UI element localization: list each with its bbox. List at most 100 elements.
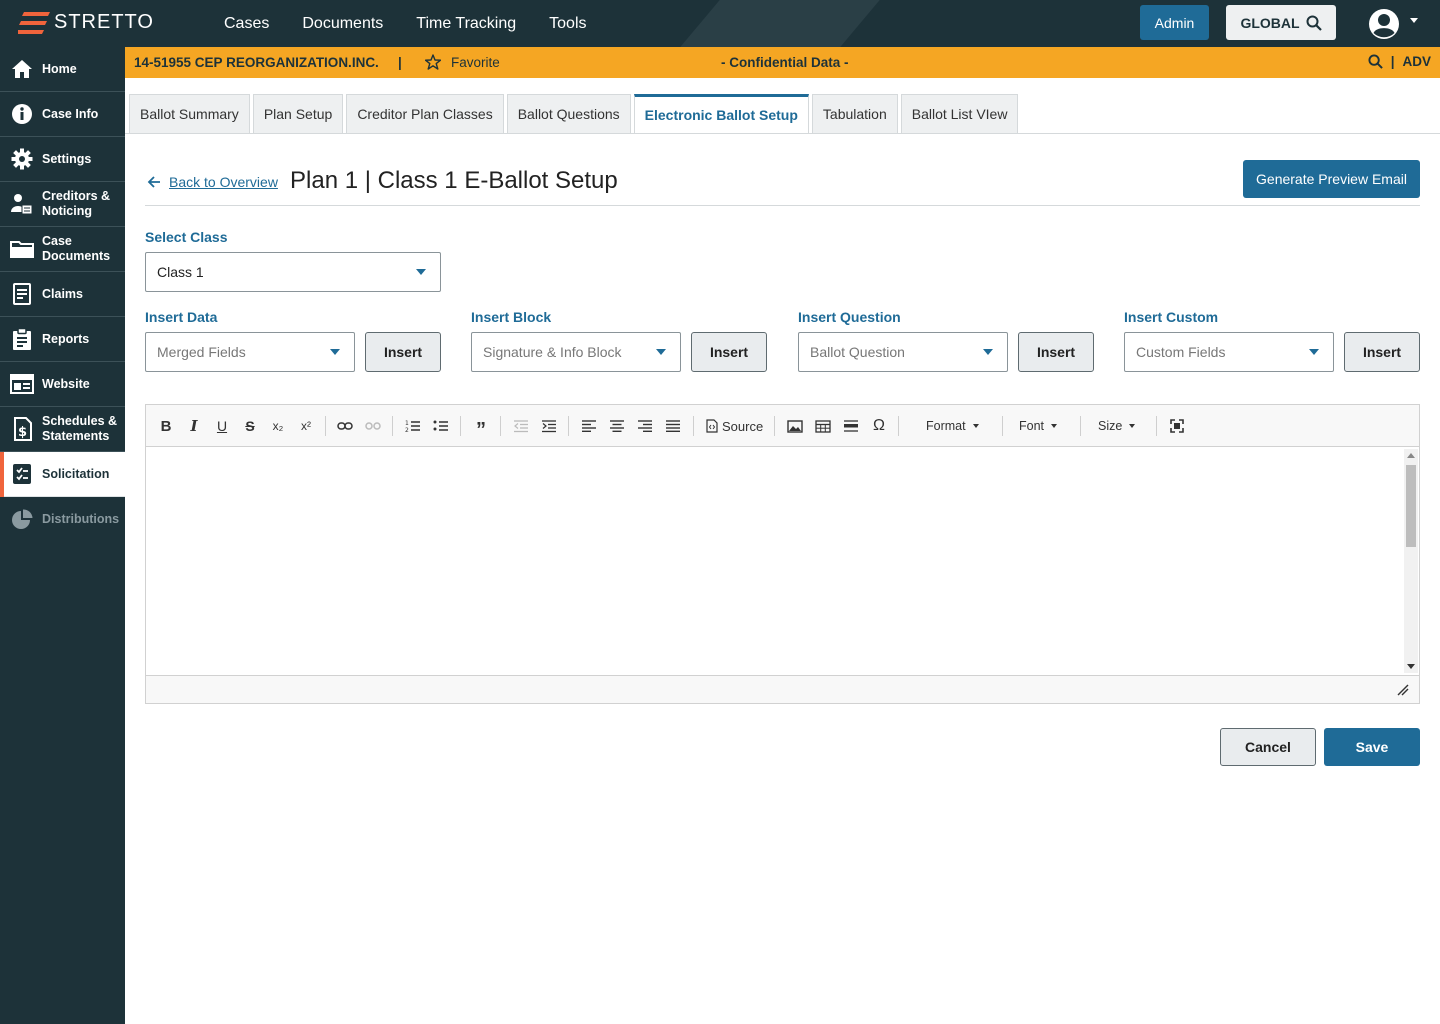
strikethrough-icon[interactable]: S — [240, 416, 260, 436]
sidebar-item-home[interactable]: Home — [0, 47, 125, 92]
sidebar-item-settings[interactable]: Settings — [0, 137, 125, 182]
sidebar-item-label: Settings — [42, 151, 92, 166]
align-center-icon[interactable] — [607, 416, 627, 436]
sidebar-item-case-documents[interactable]: Case Documents — [0, 227, 125, 272]
page-title: Plan 1 | Class 1 E-Ballot Setup — [290, 167, 618, 194]
align-right-icon[interactable] — [635, 416, 655, 436]
editor-scrollbar[interactable] — [1404, 449, 1418, 673]
resize-handle-icon[interactable] — [1397, 684, 1409, 696]
admin-button[interactable]: Admin — [1140, 5, 1209, 40]
source-icon — [706, 419, 718, 433]
nav-time-tracking[interactable]: Time Tracking — [416, 15, 516, 33]
scroll-up-icon[interactable] — [1407, 453, 1415, 458]
tab-creditor-plan-classes[interactable]: Creditor Plan Classes — [346, 94, 504, 133]
generate-preview-email-button[interactable]: Generate Preview Email — [1243, 160, 1420, 198]
source-button[interactable]: Source — [706, 416, 763, 436]
chevron-down-icon — [1309, 349, 1319, 355]
global-search-button[interactable]: GLOBAL — [1226, 5, 1336, 40]
image-icon[interactable] — [785, 416, 805, 436]
tab-electronic-ballot-setup[interactable]: Electronic Ballot Setup — [633, 94, 809, 133]
tab-ballot-summary[interactable]: Ballot Summary — [129, 94, 250, 133]
sidebar-item-solicitation[interactable]: Solicitation — [0, 452, 125, 497]
insert-block-button[interactable]: Insert — [691, 332, 767, 372]
font-dropdown[interactable]: Font — [1019, 416, 1058, 436]
table-icon[interactable] — [813, 416, 833, 436]
editor-footer — [146, 675, 1419, 703]
ballot-question-dropdown[interactable]: Ballot Question — [798, 332, 1008, 372]
clipboard-icon — [10, 327, 34, 351]
toolbar-separator — [774, 416, 775, 436]
toolbar-separator — [1156, 416, 1157, 436]
link-icon[interactable] — [335, 416, 355, 436]
toolbar-separator — [568, 416, 569, 436]
sidebar-item-label: Schedules & Statements — [42, 414, 118, 443]
underline-icon[interactable]: U — [212, 416, 232, 436]
align-left-icon[interactable] — [579, 416, 599, 436]
arrow-left-icon — [147, 176, 160, 188]
toolbar-separator — [325, 416, 326, 436]
scroll-down-icon[interactable] — [1407, 664, 1415, 669]
nav-tools[interactable]: Tools — [549, 15, 586, 33]
format-dropdown[interactable]: Format — [926, 416, 979, 436]
signature-block-dropdown[interactable]: Signature & Info Block — [471, 332, 681, 372]
tab-plan-setup[interactable]: Plan Setup — [252, 94, 344, 133]
insert-block-label: Insert Block — [471, 309, 552, 325]
adv-link[interactable]: ADV — [1402, 54, 1431, 69]
user-avatar-icon[interactable] — [1368, 8, 1400, 40]
save-button[interactable]: Save — [1324, 728, 1420, 766]
numbered-list-icon[interactable]: 12 — [403, 416, 423, 436]
bold-icon[interactable]: B — [156, 416, 176, 436]
special-character-icon[interactable]: Ω — [869, 416, 889, 436]
pie-chart-icon — [10, 508, 34, 532]
logo[interactable]: STRETTO — [18, 11, 154, 34]
insert-data-button[interactable]: Insert — [365, 332, 441, 372]
select-class-dropdown[interactable]: Class 1 — [145, 252, 441, 292]
sidebar-item-claims[interactable]: Claims — [0, 272, 125, 317]
sidebar-item-distributions[interactable]: Distributions — [0, 497, 125, 542]
insert-question-button[interactable]: Insert — [1018, 332, 1094, 372]
case-tools: | ADV — [1368, 54, 1431, 69]
unlink-icon[interactable] — [363, 416, 383, 436]
bulleted-list-icon[interactable] — [431, 416, 451, 436]
folder-icon — [10, 237, 34, 261]
subscript-icon[interactable]: x₂ — [268, 416, 288, 436]
case-separator: | — [398, 55, 402, 70]
merged-fields-dropdown[interactable]: Merged Fields — [145, 332, 355, 372]
favorite-toggle[interactable]: Favorite — [425, 54, 500, 70]
scrollbar-thumb[interactable] — [1406, 465, 1416, 547]
editor-content-area[interactable] — [146, 447, 1419, 675]
back-label: Back to Overview — [169, 174, 278, 190]
checklist-icon — [10, 462, 34, 486]
superscript-icon[interactable]: x² — [296, 416, 316, 436]
sidebar-item-label: Claims — [42, 286, 83, 301]
blockquote-icon[interactable]: ” — [471, 416, 491, 441]
custom-fields-dropdown[interactable]: Custom Fields — [1124, 332, 1334, 372]
indent-icon[interactable] — [539, 416, 559, 436]
italic-icon[interactable]: I — [184, 416, 204, 436]
case-banner: 14-51955 CEP REORGANIZATION.INC. | Favor… — [125, 47, 1440, 78]
tab-ballot-questions[interactable]: Ballot Questions — [506, 94, 631, 133]
svg-text:1: 1 — [405, 420, 409, 427]
sidebar-item-reports[interactable]: Reports — [0, 317, 125, 362]
tabs-divider — [125, 133, 1440, 134]
sidebar-item-schedules-statements[interactable]: $ Schedules & Statements — [0, 407, 125, 452]
align-justify-icon[interactable] — [663, 416, 683, 436]
horizontal-rule-icon[interactable] — [841, 416, 861, 436]
search-icon[interactable] — [1368, 54, 1383, 69]
maximize-icon[interactable] — [1167, 416, 1187, 436]
user-menu-caret-icon[interactable] — [1410, 18, 1418, 23]
tab-tabulation[interactable]: Tabulation — [811, 94, 898, 133]
sidebar-item-creditors-noticing[interactable]: Creditors & Noticing — [0, 182, 125, 227]
back-to-overview-link[interactable]: Back to Overview — [147, 174, 278, 190]
size-dropdown[interactable]: Size — [1098, 416, 1136, 436]
outdent-icon[interactable] — [511, 416, 531, 436]
insert-custom-button[interactable]: Insert — [1344, 332, 1420, 372]
sidebar-item-website[interactable]: Website — [0, 362, 125, 407]
cancel-button[interactable]: Cancel — [1220, 728, 1316, 766]
sidebar-item-label: Solicitation — [42, 466, 110, 481]
custom-fields-placeholder: Custom Fields — [1136, 344, 1226, 360]
tab-ballot-list-view[interactable]: Ballot List VIew — [900, 94, 1019, 133]
nav-cases[interactable]: Cases — [224, 15, 269, 33]
nav-documents[interactable]: Documents — [302, 15, 383, 33]
sidebar-item-case-info[interactable]: Case Info — [0, 92, 125, 137]
